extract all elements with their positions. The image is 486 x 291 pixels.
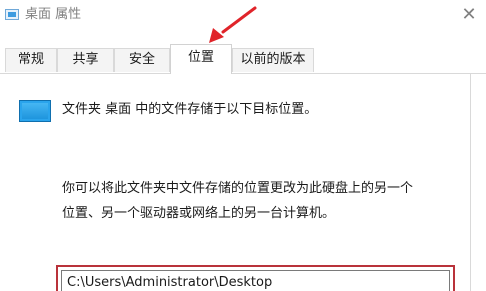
desktop-folder-icon (5, 9, 19, 20)
location-info-text: 文件夹 桌面 中的文件存储于以下目标位置。 (62, 102, 318, 117)
tab-security[interactable]: 安全 (114, 48, 170, 72)
tab-previous-versions[interactable]: 以前的版本 (232, 48, 314, 72)
path-highlight-box (56, 265, 455, 291)
tab-location[interactable]: 位置 (170, 44, 232, 74)
description-line-2: 位置、另一个驱动器或网络上的另一台计算机。 (62, 206, 336, 221)
properties-window: 桌面 属性 ✕ 常规 共享 安全 位置 以前的版本 文件夹 桌面 中的文件存储于… (0, 0, 486, 291)
panel-border (470, 73, 471, 291)
tab-divider (0, 73, 486, 74)
tab-sharing[interactable]: 共享 (57, 48, 114, 72)
close-button[interactable]: ✕ (456, 3, 482, 27)
tab-general[interactable]: 常规 (5, 48, 57, 72)
description-line-1: 你可以将此文件夹中文件存储的位置更改为此硬盘上的另一个 (62, 181, 414, 196)
target-path-input[interactable] (61, 270, 450, 291)
tab-strip: 常规 共享 安全 位置 以前的版本 (0, 40, 486, 74)
title-bar: 桌面 属性 ✕ (0, 0, 486, 34)
window-title: 桌面 属性 (25, 7, 82, 22)
desktop-folder-icon (19, 100, 51, 122)
